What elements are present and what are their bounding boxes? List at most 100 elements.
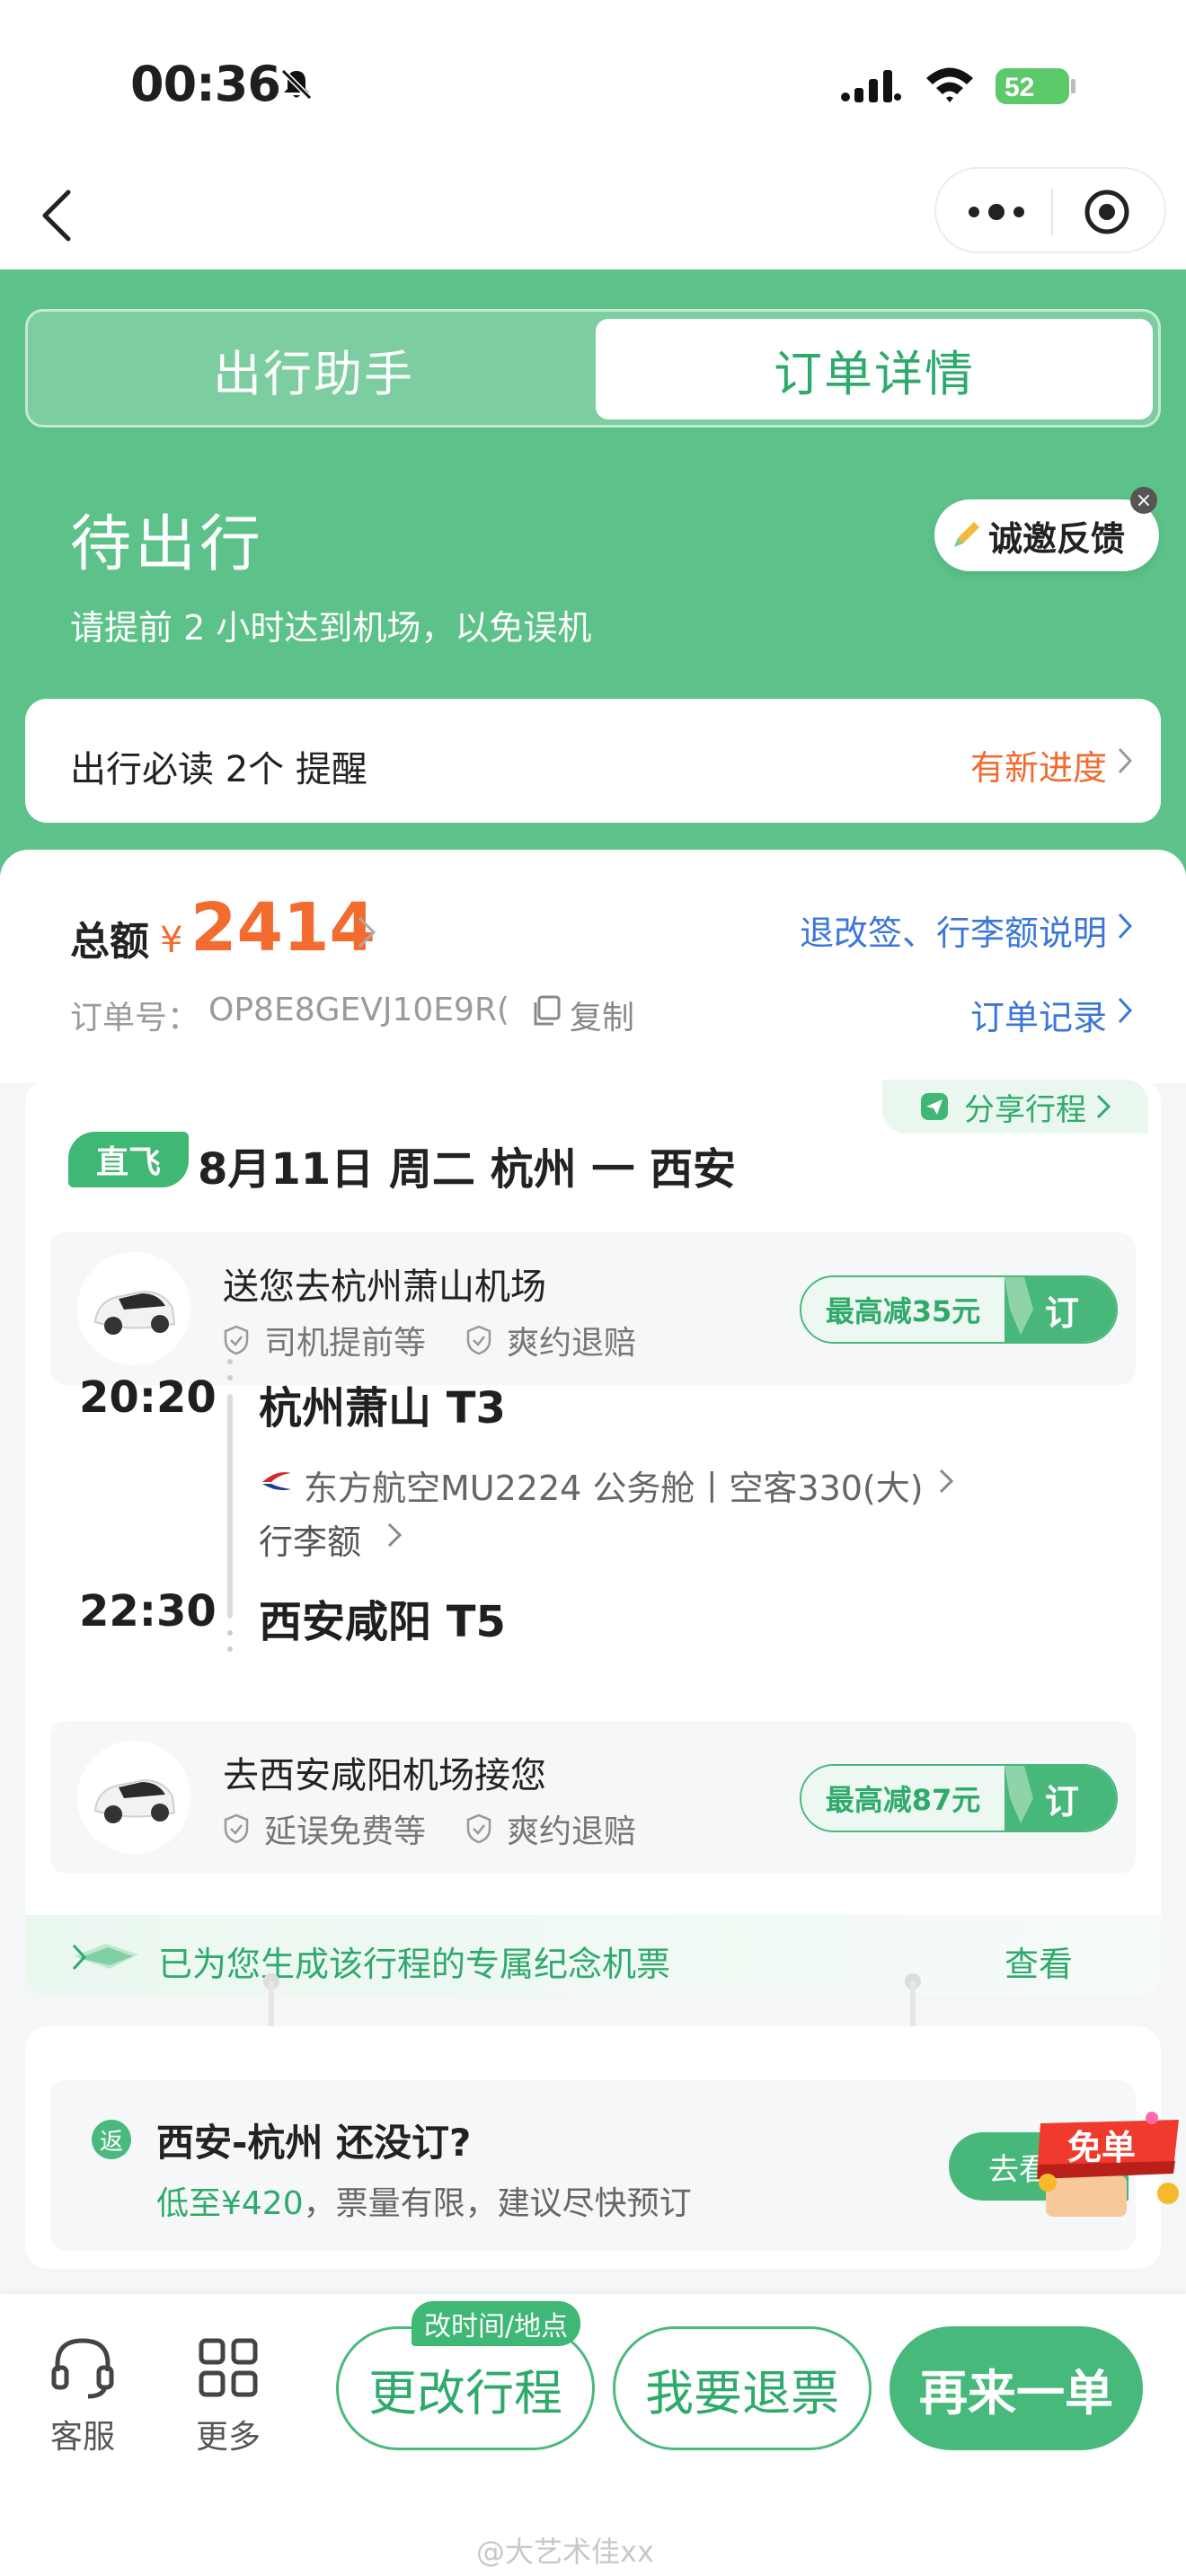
discount-label: 最高减35元 <box>801 1277 1005 1342</box>
more-button[interactable]: 更多 <box>174 2333 282 2457</box>
more-label: 更多 <box>195 2419 261 2456</box>
paper-plane-icon <box>921 1093 948 1120</box>
status-time: 00:36 <box>130 56 281 112</box>
capsule-divider <box>1051 189 1053 235</box>
car-tag-text: 爽约退赔 <box>507 1813 637 1850</box>
book-again-button[interactable]: 再来一单 <box>890 2326 1143 2450</box>
return-note: ，票量有限，建议尽快预订 <box>303 2185 692 2222</box>
car-tag: 司机提前等 <box>223 1317 426 1363</box>
direct-flight-badge: 直飞 <box>68 1132 189 1187</box>
customer-service-button[interactable]: 客服 <box>29 2333 137 2457</box>
car-tag: 爽约退赔 <box>465 1805 636 1852</box>
return-price: 低至¥420 <box>156 2185 304 2222</box>
departure-time: 20:20 <box>79 1372 217 1423</box>
order-summary: 总额 ¥ 2414 退改签、行李额说明 订单号： OP8E8GEVJ10E9R(… <box>0 850 1186 1083</box>
refund-button[interactable]: 我要退票 <box>613 2326 872 2450</box>
baggage-link[interactable]: 行李额 <box>259 1514 361 1564</box>
discount-label: 最高减87元 <box>801 1766 1005 1831</box>
reminder-text: 出行必读 2个 提醒 <box>70 749 367 790</box>
order-number-value: OP8E8GEVJ10E9R( <box>208 992 510 1028</box>
car-tag-text: 延误免费等 <box>264 1813 427 1850</box>
chevron-right-icon <box>1096 1094 1111 1119</box>
shield-icon <box>224 1813 249 1844</box>
car-service-title: 送您去杭州萧山机场 <box>223 1266 546 1308</box>
close-icon[interactable]: × <box>1130 487 1157 514</box>
car-tag-text: 爽约退赔 <box>507 1325 637 1362</box>
flight-card: 分享行程 直飞 8月11日 周二 杭州 一 西安 送您去杭州萧山机场 司机提前等… <box>25 1080 1161 1996</box>
book-car-button[interactable]: 最高减35元 订 <box>800 1275 1118 1344</box>
chevron-right-icon <box>72 1944 87 1971</box>
car-icon <box>77 1252 190 1365</box>
bell-muted-icon <box>280 68 313 101</box>
grid-icon <box>199 2338 258 2397</box>
route-title: 8月11日 周二 杭州 一 西安 <box>198 1144 737 1195</box>
tab-bar: 出行助手 订单详情 <box>25 309 1161 428</box>
free-order-badge[interactable]: 免单 <box>1026 2111 1186 2222</box>
watermark: @大艺术佳xx <box>476 2535 654 2569</box>
shield-icon <box>224 1325 249 1355</box>
airline-info[interactable]: 东方航空MU2224 公务舱丨空客330(大) <box>304 1460 924 1510</box>
shield-icon <box>466 1325 491 1355</box>
wifi-icon <box>926 67 973 102</box>
book-car-button[interactable]: 最高减87元 订 <box>800 1764 1118 1832</box>
arrow-down-icon <box>1005 1277 1033 1335</box>
trip-status-title: 待出行 <box>70 509 265 580</box>
copy-icon[interactable] <box>530 993 562 1028</box>
car-service-pickup[interactable]: 去西安咸阳机场接您 延误免费等 爽约退赔 最高减87元 订 <box>50 1721 1136 1874</box>
order-detail-panel: 总额 ¥ 2414 退改签、行李额说明 订单号： OP8E8GEVJ10E9R(… <box>0 850 1186 2294</box>
shield-icon <box>466 1813 491 1844</box>
return-badge: 返 <box>92 2120 131 2159</box>
total-amount[interactable]: 2414 <box>190 889 376 966</box>
share-trip-label: 分享行程 <box>964 1091 1086 1128</box>
china-eastern-logo-icon <box>262 1472 291 1491</box>
bottom-action-bar: 客服 更多 更改行程 改时间/地点 我要退票 再来一单 @大艺术佳xx <box>0 2294 1186 2576</box>
back-arrow-icon[interactable] <box>36 187 81 244</box>
reminder-progress: 有新进度 <box>969 748 1107 788</box>
souvenir-ticket-banner[interactable]: 已为您生成该行程的专属纪念机票 查看 <box>25 1915 1161 1996</box>
souvenir-ticket-text: 已为您生成该行程的专属纪念机票 <box>158 1945 671 1984</box>
copy-button[interactable]: 复制 <box>570 992 634 1038</box>
car-service-dropoff[interactable]: 送您去杭州萧山机场 司机提前等 爽约退赔 最高减35元 订 <box>50 1232 1136 1385</box>
order-number-label: 订单号： <box>70 1000 200 1037</box>
order-records-link[interactable]: 订单记录 <box>970 990 1107 1039</box>
miniprogram-capsule <box>934 167 1166 253</box>
chevron-right-icon <box>1118 913 1133 940</box>
car-tag-text: 司机提前等 <box>264 1325 427 1362</box>
more-dots-icon[interactable] <box>965 196 1028 228</box>
share-trip-button[interactable]: 分享行程 <box>882 1080 1148 1134</box>
close-miniprogram-icon[interactable] <box>1084 189 1130 235</box>
car-tag: 爽约退赔 <box>465 1317 636 1363</box>
refund-rules-link[interactable]: 退改签、行李额说明 <box>800 905 1107 955</box>
cellular-signal-icon <box>841 70 901 102</box>
battery-icon: 52 <box>996 68 1075 104</box>
tab-travel-assistant[interactable]: 出行助手 <box>35 319 592 419</box>
free-order-label: 免单 <box>1067 2128 1136 2167</box>
chevron-right-icon <box>939 1469 954 1494</box>
currency-symbol: ¥ <box>160 920 183 961</box>
flight-timeline <box>227 1359 233 1652</box>
chevron-right-icon <box>1118 747 1133 774</box>
chevron-right-icon[interactable] <box>356 914 377 950</box>
headset-icon <box>51 2338 114 2399</box>
departure-airport: 杭州萧山 T3 <box>259 1383 506 1434</box>
car-icon <box>77 1741 190 1854</box>
return-trip-title: 西安-杭州 还没订? <box>156 2121 472 2165</box>
arrival-time: 22:30 <box>79 1586 217 1636</box>
chevron-right-icon <box>387 1522 403 1548</box>
total-label: 总额 <box>70 919 149 965</box>
feedback-label: 诚邀反馈 <box>988 518 1126 559</box>
customer-service-label: 客服 <box>49 2419 115 2456</box>
view-ticket-link[interactable]: 查看 <box>1005 1936 1073 1986</box>
feedback-button[interactable]: 诚邀反馈 <box>934 499 1159 571</box>
reminder-bar[interactable]: 出行必读 2个 提醒 有新进度 <box>25 699 1161 823</box>
return-trip-promo[interactable]: 返 西安-杭州 还没订? 低至¥420，票量有限，建议尽快预订 去看看 <box>50 2080 1136 2251</box>
return-trip-card: 返 西安-杭州 还没订? 低至¥420，票量有限，建议尽快预订 去看看 <box>25 2026 1161 2269</box>
tab-order-detail[interactable]: 订单详情 <box>596 319 1153 419</box>
nav-bar <box>0 162 1186 269</box>
battery-level: 52 <box>1005 73 1034 102</box>
trip-status-subtitle: 请提前 2 小时达到机场，以免误机 <box>70 608 592 648</box>
trip-status-header: 出行助手 订单详情 待出行 请提前 2 小时达到机场，以免误机 诚邀反馈 × 出… <box>0 269 1186 880</box>
status-bar: 00:36 52 <box>0 0 1186 162</box>
pencil-icon <box>954 522 979 547</box>
arrow-down-icon <box>1005 1766 1033 1823</box>
